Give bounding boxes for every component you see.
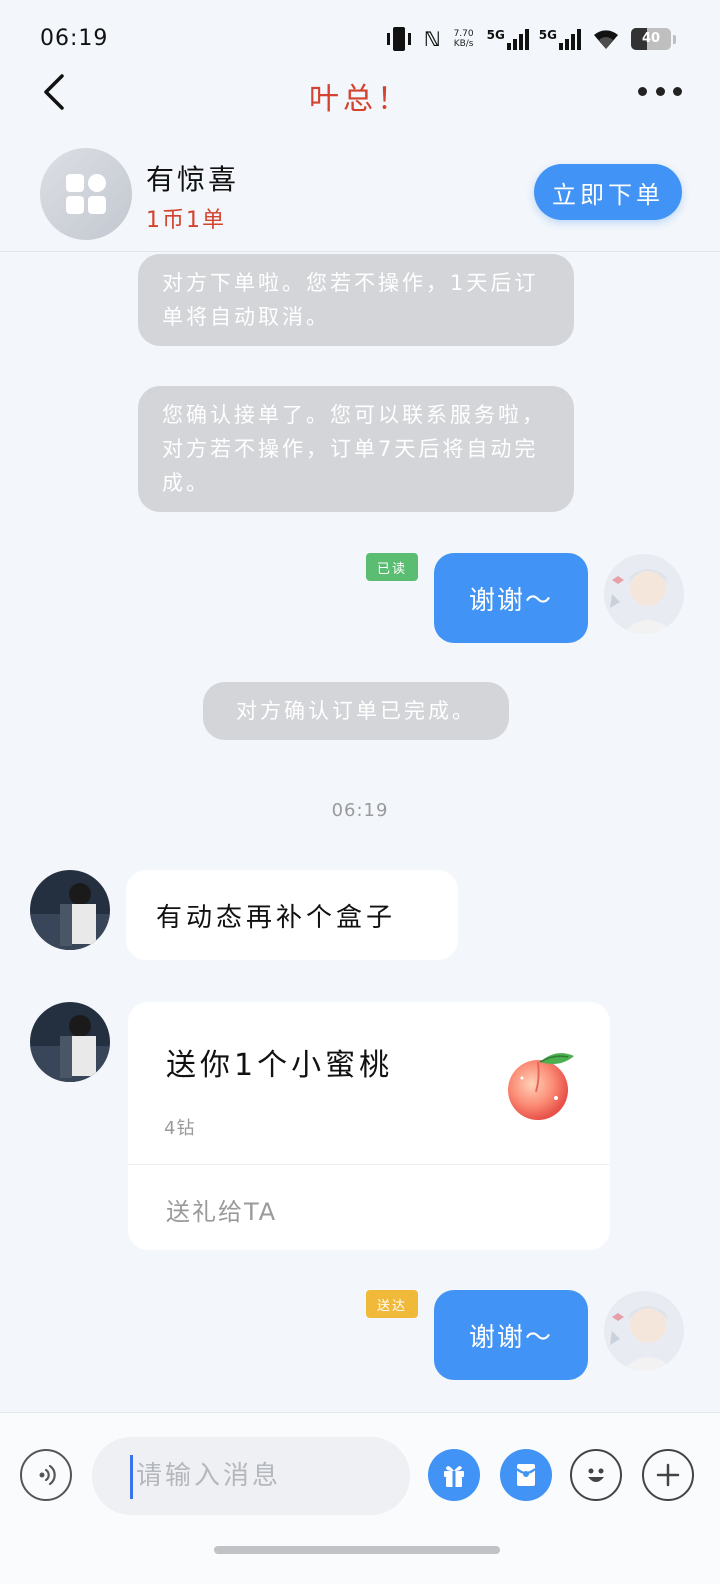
gift-title: 送你1个小蜜桃 — [166, 1048, 394, 1083]
input-bar — [0, 1412, 720, 1584]
more-options-button[interactable] — [638, 78, 682, 104]
net-speed: 7.70 KB/s — [453, 29, 474, 49]
received-message[interactable]: 有动态再补个盒子 — [126, 870, 458, 960]
gift-card[interactable]: 送你1个小蜜桃 4钻 送礼给TA — [128, 1002, 610, 1250]
voice-icon — [39, 1464, 56, 1486]
nfc-icon: ℕ — [423, 27, 441, 51]
signal-1: 5G — [487, 28, 529, 50]
read-badge: 已读 — [366, 553, 418, 581]
gift-icon — [444, 1466, 464, 1487]
signal-1-label: 5G — [486, 28, 505, 42]
grid-square — [66, 196, 84, 214]
gift-button[interactable] — [428, 1449, 480, 1501]
dot-icon — [638, 86, 647, 96]
contact-avatar[interactable] — [30, 870, 110, 950]
gift-price: 4钻 — [164, 1118, 196, 1139]
anime-avatar-image — [604, 554, 684, 634]
vibrate-icon — [386, 27, 411, 51]
red-packet-icon — [516, 1464, 536, 1486]
signal-2-label: 5G — [538, 28, 557, 42]
apps-icon — [66, 174, 106, 214]
signal-bars-icon — [559, 29, 581, 50]
grid-square — [66, 174, 84, 192]
service-avatar[interactable] — [40, 148, 132, 240]
wifi-icon — [594, 30, 618, 49]
my-avatar[interactable] — [604, 1291, 684, 1371]
peach-icon — [508, 1053, 574, 1120]
plus-icon — [656, 1463, 680, 1487]
service-price: 1币1单 — [146, 208, 226, 233]
photo-avatar-image — [30, 870, 110, 950]
chat-messages[interactable]: 对方下单啦。您若不操作，1天后订单将自动取消。 您确认接单了。您可以联系服务啦，… — [0, 252, 720, 1412]
battery-text: 40 — [641, 31, 661, 46]
text-caret — [130, 1455, 133, 1499]
system-message: 对方确认订单已完成。 — [203, 682, 509, 740]
home-indicator[interactable] — [214, 1546, 500, 1554]
emoji-icon — [588, 1468, 604, 1482]
grid-square — [88, 196, 106, 214]
order-now-button[interactable]: 立即下单 — [534, 164, 682, 220]
add-more-button[interactable] — [642, 1449, 694, 1501]
sent-message[interactable]: 谢谢～ — [434, 553, 588, 643]
red-packet-button[interactable] — [500, 1449, 552, 1501]
photo-avatar-image — [30, 1002, 110, 1082]
grid-circle — [88, 174, 106, 192]
battery-icon: 40 — [631, 28, 671, 50]
signal-bars-icon — [506, 29, 529, 50]
message-input[interactable] — [92, 1437, 410, 1515]
status-time: 06:19 — [40, 26, 109, 51]
page-title: 叶总！ — [309, 82, 411, 117]
emoji-button[interactable] — [570, 1449, 622, 1501]
service-card: 有惊喜 1币1单 立即下单 — [0, 140, 720, 252]
dot-icon — [673, 86, 682, 96]
system-message: 您确认接单了。您可以联系服务啦，对方若不操作，订单7天后将自动完成。 — [138, 386, 574, 512]
divider — [128, 1164, 610, 1165]
delivered-badge: 送达 — [366, 1290, 418, 1318]
battery-tip — [673, 34, 676, 44]
signal-2: 5G — [539, 28, 581, 50]
message-timestamp: 06:19 — [331, 800, 389, 821]
dot-icon — [655, 86, 665, 96]
status-icons: ℕ 7.70 KB/s 5G 5G 40 — [384, 22, 676, 56]
sent-message[interactable]: 谢谢～ — [434, 1290, 588, 1380]
chat-header: 叶总！ — [0, 60, 720, 124]
system-message: 对方下单啦。您若不操作，1天后订单将自动取消。 — [138, 254, 574, 346]
anime-avatar-image — [604, 1291, 684, 1371]
send-gift-link[interactable]: 送礼给TA — [166, 1192, 277, 1227]
contact-avatar[interactable] — [30, 1002, 110, 1082]
my-avatar[interactable] — [604, 554, 684, 634]
voice-input-button[interactable] — [20, 1449, 72, 1501]
service-name: 有惊喜 — [146, 163, 240, 196]
